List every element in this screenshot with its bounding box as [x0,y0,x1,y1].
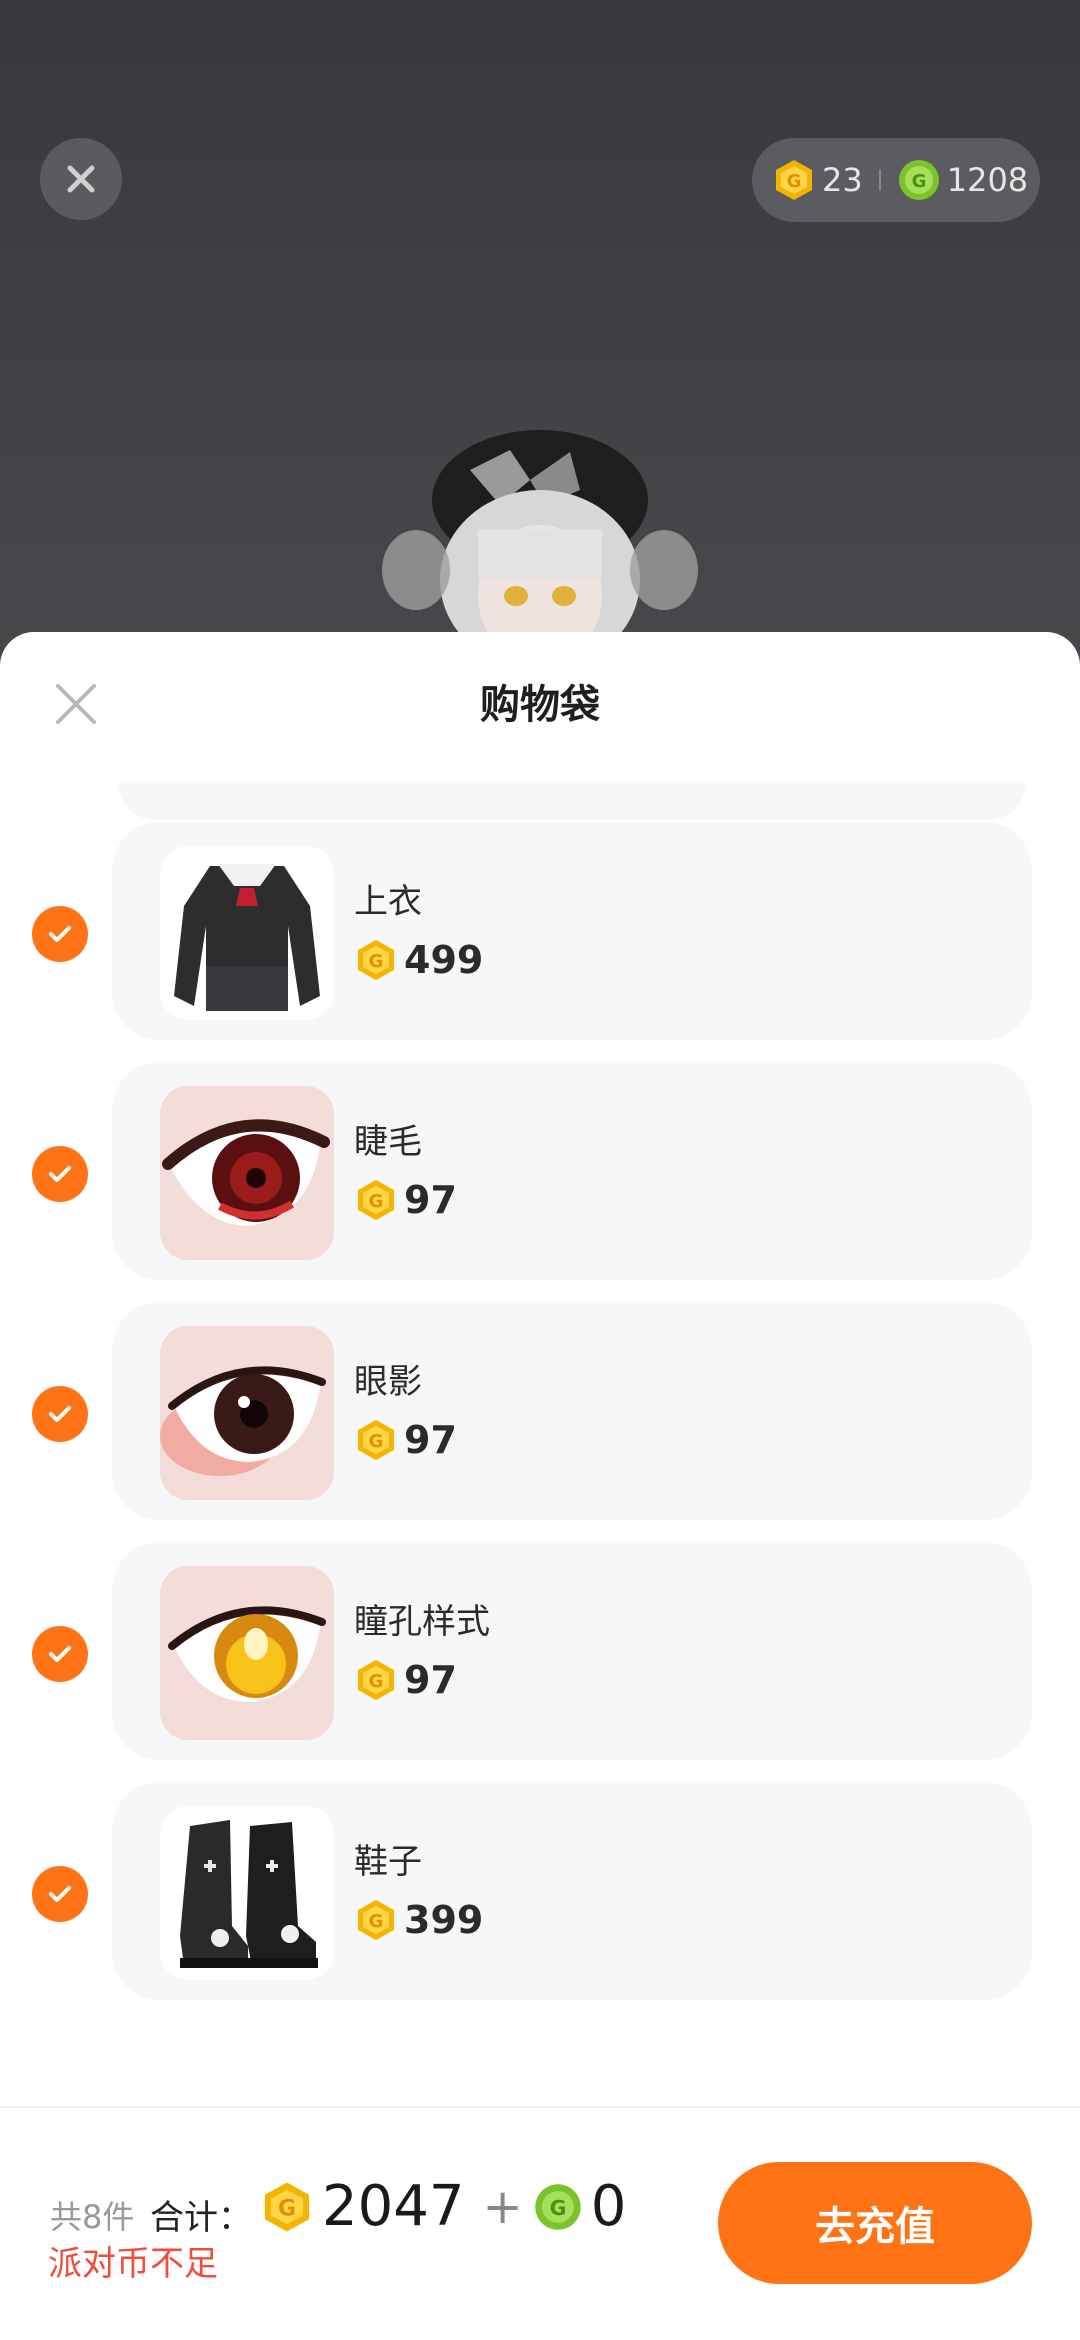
total-price: G 2047 + G 0 [260,2174,634,2239]
item-card[interactable]: 鞋子 G 399 [112,1782,1032,2000]
gold-coin-icon: G [260,2180,314,2234]
cart-item[interactable]: 睫毛 G 97 [0,1062,1080,1280]
item-checkbox[interactable] [32,1386,88,1442]
price-value: 399 [404,1898,484,1942]
cart-item[interactable]: 上衣 G 499 [0,822,1080,1040]
cart-item[interactable]: 眼影 G 97 [0,1302,1080,1520]
svg-text:G: G [549,2195,566,2219]
price-value: 97 [404,1178,457,1222]
shoes-thumbnail [160,1806,334,1980]
insufficient-funds-warning: 派对币不足 [48,2244,218,2284]
gold-coin-icon: G [354,938,398,982]
item-card[interactable]: 瞳孔样式 G 97 [112,1542,1032,1760]
svg-text:G: G [369,1431,384,1452]
price-value: 499 [404,938,484,982]
close-preview-button[interactable] [40,138,122,220]
gold-total: 2047 [322,2174,465,2239]
pupil-thumbnail [160,1566,334,1740]
item-checkbox[interactable] [32,1146,88,1202]
checkmark-icon [49,1886,71,1902]
divider [878,169,881,191]
svg-text:G: G [369,1191,384,1212]
previous-item-card-edge [118,782,1026,820]
gold-coin-icon: G [354,1898,398,1942]
eyelash-thumbnail [160,1086,334,1260]
cart-item[interactable]: 鞋子 G 399 [0,1782,1080,2000]
eyeshadow-thumbnail [160,1326,334,1500]
item-card[interactable]: 睫毛 G 97 [112,1062,1032,1280]
svg-text:G: G [369,1911,384,1932]
checkmark-icon [49,926,71,942]
cart-item[interactable]: 瞳孔样式 G 97 [0,1542,1080,1760]
item-name: 眼影 [354,1362,422,1402]
total-label: 合计： [150,2198,252,2238]
item-price: G 399 [354,1898,483,1942]
checkout-footer: 共8件 合计： G 2047 + G 0 派对币不足 去充值 [0,2108,1080,2340]
green-coin-count: 1208 [946,161,1029,199]
item-card[interactable]: 上衣 G 499 [112,822,1032,1040]
plus-sign: + [482,2178,523,2235]
shopping-bag-sheet: 购物袋 上衣 G 499 睫毛 G 97 眼影 G 97 瞳孔样式 G 97 鞋… [0,632,1080,2340]
recharge-button[interactable]: 去充值 [718,2162,1032,2284]
item-name: 睫毛 [354,1122,422,1162]
checkmark-icon [49,1166,71,1182]
svg-text:G: G [278,2195,296,2221]
svg-text:G: G [911,171,926,192]
item-checkbox[interactable] [32,906,88,962]
item-price: G 97 [354,1178,457,1222]
svg-text:G: G [787,171,802,192]
shirt-thumbnail [160,846,334,1020]
gold-coin-count: 23 [822,161,863,199]
item-count: 共8件 [50,2198,135,2236]
price-value: 97 [404,1418,457,1462]
item-name: 鞋子 [354,1842,422,1882]
item-checkbox[interactable] [32,1626,88,1682]
gold-coin-icon: G [354,1178,398,1222]
green-coin-icon: G [897,158,941,202]
price-value: 97 [404,1658,457,1702]
gold-coin-icon: G [354,1658,398,1702]
item-name: 瞳孔样式 [354,1602,490,1642]
checkmark-icon [49,1646,71,1662]
currency-balance[interactable]: G 23 G 1208 [752,138,1040,222]
close-icon [67,165,95,193]
sheet-title: 购物袋 [480,682,600,728]
item-name: 上衣 [354,882,422,922]
item-price: G 97 [354,1658,457,1702]
item-price: G 499 [354,938,483,982]
item-price: G 97 [354,1418,457,1462]
avatar-character [380,410,700,670]
svg-text:G: G [369,1671,384,1692]
checkmark-icon [49,1406,71,1422]
gold-coin-icon: G [772,158,816,202]
svg-text:G: G [369,951,384,972]
gold-coin-icon: G [354,1418,398,1462]
green-total: 0 [590,2174,627,2239]
item-checkbox[interactable] [32,1866,88,1922]
green-coin-icon: G [533,2182,583,2232]
item-card[interactable]: 眼影 G 97 [112,1302,1032,1520]
